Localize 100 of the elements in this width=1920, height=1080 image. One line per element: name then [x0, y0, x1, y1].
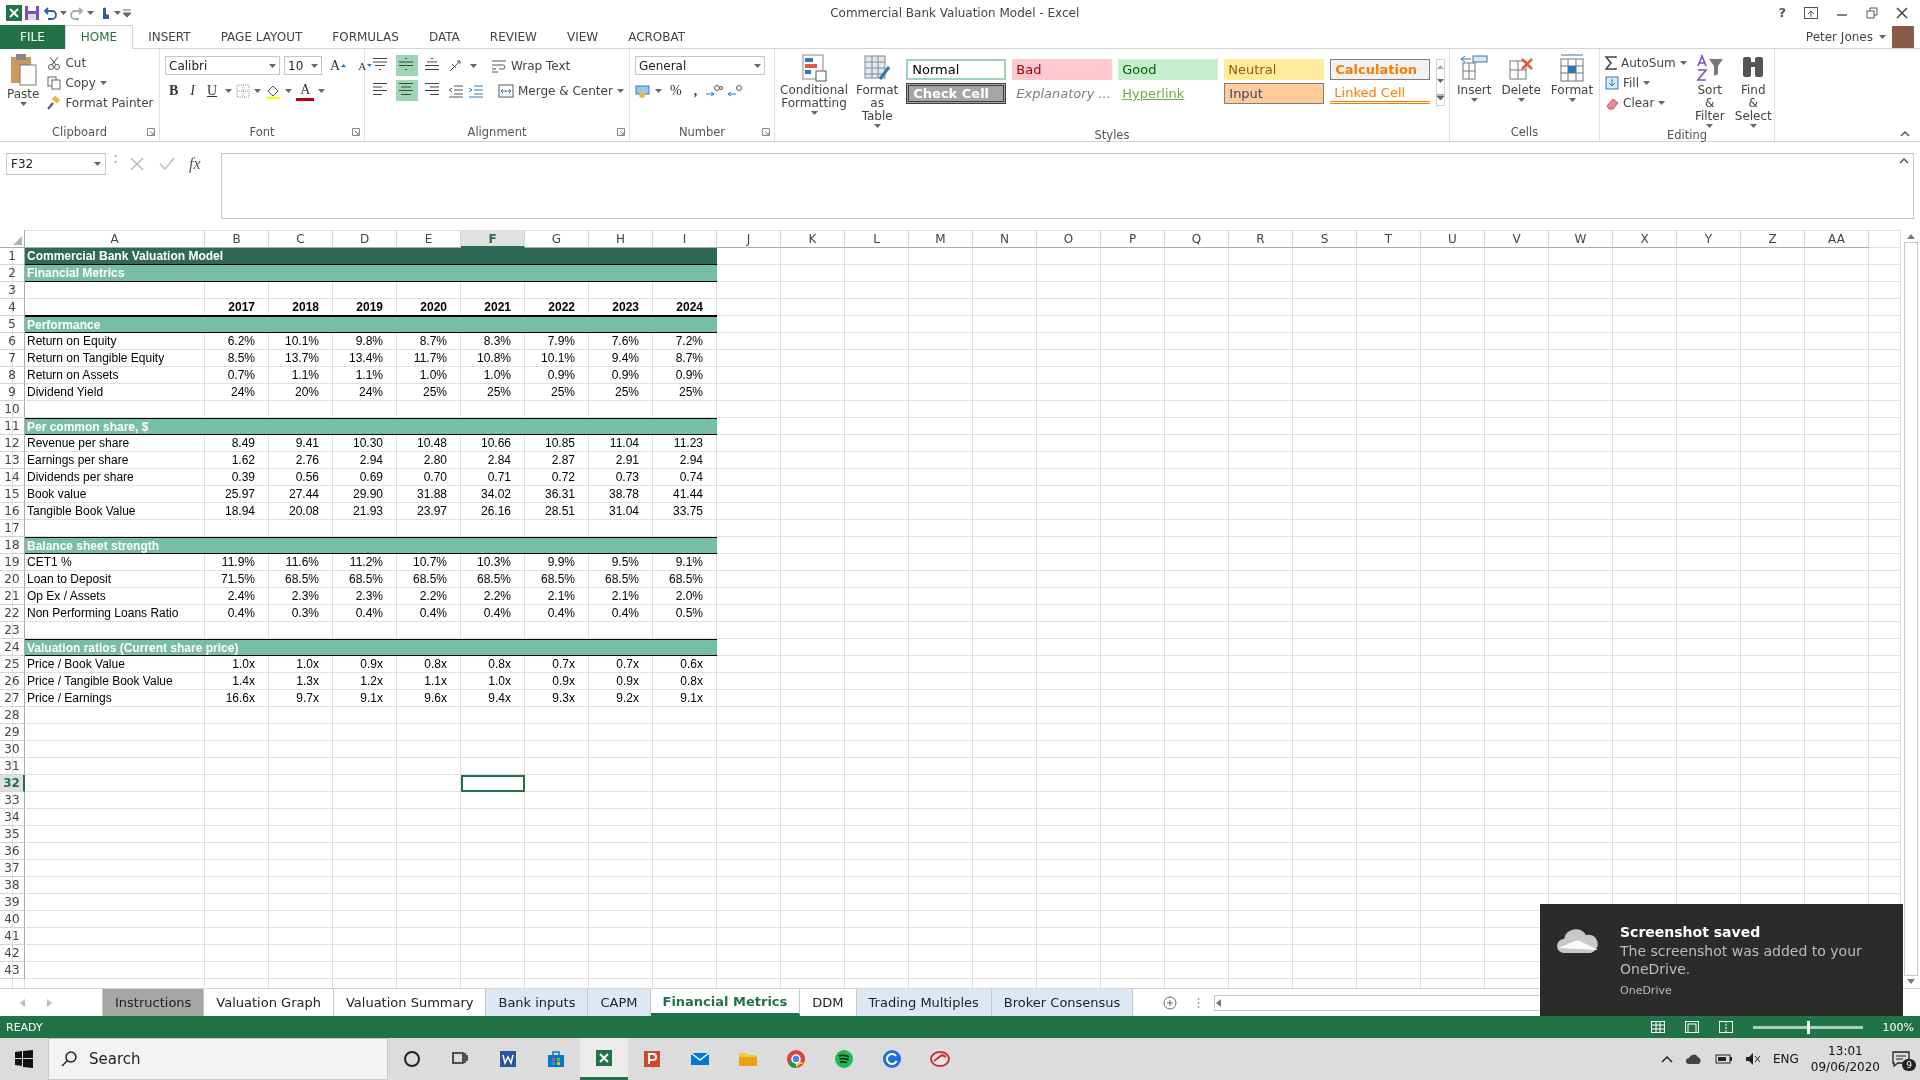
- row-number[interactable]: 17: [0, 520, 25, 537]
- column-header[interactable]: K: [781, 230, 845, 248]
- number-format-dropdown[interactable]: General: [635, 56, 765, 75]
- bold-button[interactable]: B: [165, 80, 183, 101]
- row-number[interactable]: 13: [0, 452, 25, 469]
- cell-style-option[interactable]: Good: [1118, 59, 1219, 80]
- row-number[interactable]: 42: [0, 945, 25, 962]
- row-number[interactable]: 41: [0, 928, 25, 945]
- row-number[interactable]: 4: [0, 299, 25, 316]
- new-sheet-icon[interactable]: [1163, 995, 1178, 1010]
- column-header[interactable]: L: [845, 230, 909, 248]
- cell-style-option[interactable]: Neutral: [1224, 59, 1325, 80]
- row-number[interactable]: 26: [0, 673, 25, 690]
- ribbon-tab[interactable]: HOME: [64, 25, 134, 49]
- name-box[interactable]: F32: [6, 153, 106, 175]
- increase-font-size-button[interactable]: A: [326, 55, 351, 76]
- notification-toast[interactable]: Screenshot saved The screenshot was added to your OneDrive. OneDrive: [1540, 904, 1903, 1016]
- delete-cells-button[interactable]: Delete: [1499, 53, 1543, 125]
- ribbon-tab[interactable]: REVIEW: [474, 25, 552, 49]
- row-number[interactable]: 28: [0, 707, 25, 724]
- row-number[interactable]: 23: [0, 622, 25, 639]
- percent-button[interactable]: %: [666, 80, 686, 101]
- row-number[interactable]: 32: [0, 775, 25, 792]
- ribbon-display-options-icon[interactable]: [1804, 6, 1818, 19]
- column-header[interactable]: Z: [1741, 230, 1805, 248]
- row-number[interactable]: 8: [0, 367, 25, 384]
- gallery-more-icon[interactable]: [1437, 93, 1445, 100]
- formula-input[interactable]: [220, 153, 1914, 219]
- dialog-launcher-icon[interactable]: [352, 128, 360, 136]
- check-icon[interactable]: [159, 156, 175, 172]
- format-painter-button[interactable]: Format Painter: [47, 93, 154, 113]
- row-number[interactable]: 38: [0, 877, 25, 894]
- active-cell[interactable]: [461, 775, 525, 792]
- row-number[interactable]: 35: [0, 826, 25, 843]
- sheet-tab[interactable]: Broker Consensus: [991, 989, 1134, 1016]
- speaker-muted-icon[interactable]: [1744, 1052, 1761, 1066]
- row-number[interactable]: 21: [0, 588, 25, 605]
- row-number[interactable]: 3: [0, 282, 25, 299]
- currency-icon[interactable]: [635, 83, 651, 98]
- normal-view-icon[interactable]: [1650, 1021, 1665, 1033]
- cell-style-option[interactable]: Bad: [1012, 59, 1113, 80]
- row-number[interactable]: 15: [0, 486, 25, 503]
- clear-button[interactable]: Clear: [1605, 93, 1687, 113]
- split-handle-icon[interactable]: [1197, 996, 1201, 1009]
- user-name[interactable]: Peter Jones: [1805, 29, 1873, 44]
- column-header[interactable]: V: [1485, 230, 1549, 248]
- row-number[interactable]: 9: [0, 384, 25, 401]
- save-icon[interactable]: [24, 4, 40, 21]
- column-header[interactable]: Y: [1677, 230, 1741, 248]
- column-header[interactable]: M: [909, 230, 973, 248]
- undo-icon[interactable]: [42, 4, 58, 21]
- restore-icon[interactable]: [1866, 6, 1878, 19]
- row-number[interactable]: 7: [0, 350, 25, 367]
- collapse-ribbon-icon[interactable]: [1900, 131, 1910, 137]
- scroll-down-icon[interactable]: [1906, 979, 1915, 984]
- fill-button[interactable]: Fill: [1605, 73, 1687, 93]
- format-as-table-button[interactable]: Format as Table: [854, 53, 901, 128]
- ribbon-tab[interactable]: ACROBAT: [613, 25, 701, 49]
- row-number[interactable]: 36: [0, 843, 25, 860]
- notification-icon[interactable]: [1892, 1051, 1910, 1067]
- zoom-level[interactable]: 100%: [1882, 1020, 1914, 1034]
- column-header[interactable]: Q: [1165, 230, 1229, 248]
- italic-button[interactable]: I: [186, 80, 199, 101]
- row-number[interactable]: 20: [0, 571, 25, 588]
- column-header[interactable]: J: [717, 230, 781, 248]
- sheet-tab[interactable]: Trading Multiples: [856, 989, 992, 1016]
- row-number[interactable]: 29: [0, 724, 25, 741]
- scroll-up-icon[interactable]: [1906, 234, 1915, 239]
- row-number[interactable]: 19: [0, 554, 25, 571]
- taskbar-button[interactable]: [580, 1038, 628, 1080]
- sheet-tab[interactable]: Financial Metrics: [650, 989, 801, 1016]
- column-header[interactable]: R: [1229, 230, 1293, 248]
- search-field[interactable]: Search: [48, 1038, 388, 1080]
- collapse-formula-bar-icon[interactable]: [1899, 158, 1909, 164]
- ribbon-tab[interactable]: INSERT: [133, 25, 206, 49]
- row-number[interactable]: 40: [0, 911, 25, 928]
- row-number[interactable]: 12: [0, 435, 25, 452]
- ribbon-tab[interactable]: VIEW: [551, 25, 614, 49]
- conditional-formatting-button[interactable]: Conditional Formatting: [780, 53, 848, 128]
- insert-function-button[interactable]: fx: [189, 156, 201, 172]
- insert-cells-button[interactable]: Insert: [1455, 53, 1494, 125]
- wrap-text-button[interactable]: Wrap Text: [491, 55, 571, 76]
- page-break-icon[interactable]: [1718, 1021, 1733, 1033]
- font-name-dropdown[interactable]: Calibri: [165, 56, 280, 75]
- row-number[interactable]: 6: [0, 333, 25, 350]
- font-size-dropdown[interactable]: 10: [284, 56, 322, 75]
- column-header[interactable]: P: [1101, 230, 1165, 248]
- column-header[interactable]: O: [1037, 230, 1101, 248]
- increase-decimal-icon[interactable]: [705, 83, 724, 98]
- column-header[interactable]: T: [1357, 230, 1421, 248]
- column-header[interactable]: F: [461, 230, 525, 248]
- row-number[interactable]: 43: [0, 962, 25, 979]
- cell-style-option[interactable]: Normal: [906, 59, 1007, 80]
- customize-toolbar-icon[interactable]: [123, 8, 131, 17]
- row-number[interactable]: 16: [0, 503, 25, 520]
- page-layout-icon[interactable]: [1684, 1021, 1699, 1033]
- close-icon[interactable]: [1896, 6, 1908, 19]
- cloud-icon[interactable]: [1684, 1053, 1703, 1065]
- row-number[interactable]: 22: [0, 605, 25, 622]
- chevron-up-icon[interactable]: [1660, 1055, 1673, 1063]
